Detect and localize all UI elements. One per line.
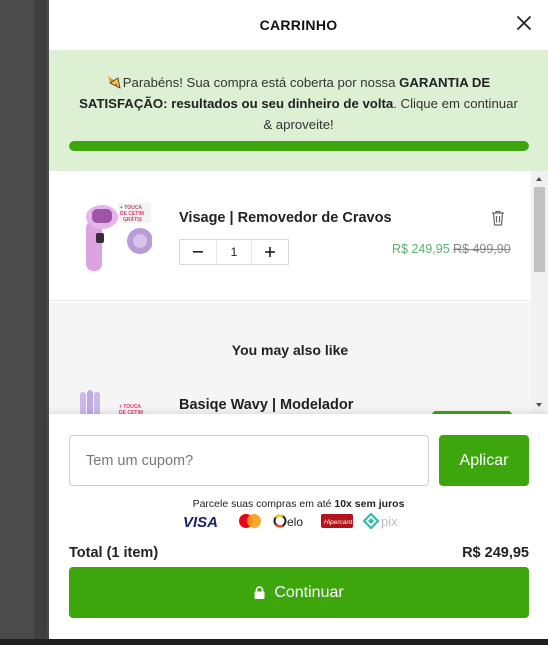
increase-quantity-button[interactable] [252,240,288,264]
cart-header: CARRINHO [49,0,548,50]
installments-note: Parcele suas compras em até 10x sem juro… [49,498,548,510]
elo-icon: elo [273,513,311,529]
installments-prefix: Parcele suas compras em até [192,498,335,510]
cart-list-scrollbar-thumb[interactable] [534,187,545,272]
continue-button[interactable]: Continuar [69,567,529,618]
svg-text:elo: elo [287,515,303,529]
close-icon[interactable] [516,15,532,31]
guarantee-banner: Parabéns! Sua compra está coberta por no… [49,50,548,171]
apply-coupon-button[interactable]: Aplicar [439,435,529,486]
total-label: Total (1 item) [69,545,159,561]
list-scroll-up-icon[interactable] [536,177,542,181]
page-backdrop [0,0,79,645]
guarantee-intro: Parabéns! Sua compra está coberta por no… [122,75,400,90]
minus-icon [193,251,203,253]
trash-icon[interactable] [491,210,505,226]
svg-text:Hipercard: Hipercard [324,519,353,526]
cart-item: + TOUCA DE CETIM GRÁTIS Visage | Removed… [49,171,531,301]
list-scroll-down-icon[interactable] [536,403,542,407]
lock-icon [254,586,265,599]
coupon-input[interactable] [69,435,429,486]
continue-label: Continuar [274,583,344,601]
total-value: R$ 249,95 [462,545,529,561]
visa-icon: VISA [183,513,227,529]
installments-highlight: 10x sem juros [334,498,405,510]
cart-title: CARRINHO [259,17,338,33]
guarantee-progress-fill [69,141,529,151]
plus-icon [265,247,275,257]
quantity-value[interactable]: 1 [216,240,252,264]
bottom-edge [0,639,548,645]
svg-text:GRÁTIS: GRÁTIS [123,216,143,223]
upsell-product-name[interactable]: Basiqe Wavy | Modelador [179,397,353,413]
guarantee-progress-bar [69,141,529,151]
product-thumbnail[interactable]: + TOUCA DE CETIM GRÁTIS [72,199,152,281]
sale-price: R$ 249,95 [392,242,450,256]
svg-text:pix: pix [381,514,398,529]
medal-icon [107,76,121,89]
upsell-product-thumbnail[interactable]: + TOUCA DE CETIM [72,384,152,414]
mastercard-icon [237,513,263,529]
cart-footer: Aplicar Parcele suas compras em até 10x … [49,414,548,639]
cart-item-name[interactable]: Visage | Removedor de Cravos [179,210,392,226]
cart-items-list[interactable]: + TOUCA DE CETIM GRÁTIS Visage | Removed… [49,171,548,414]
payment-methods: VISA elo Hipercard pix [183,511,417,531]
upsell-title: You may also like [231,342,349,358]
hipercard-icon: Hipercard [321,513,353,529]
pix-icon: pix [363,513,407,529]
cart-drawer: CARRINHO Parabéns! Sua compra está cober… [49,0,548,639]
svg-text:VISA: VISA [183,514,218,529]
cart-list-scrollbar[interactable] [531,171,548,414]
page-scrollbar[interactable] [34,0,79,645]
quantity-stepper: 1 [179,239,289,265]
upsell-section: You may also like + TOUCA DE CETIM Basiq… [49,302,531,414]
original-price: R$ 499,90 [453,242,511,256]
guarantee-text: Parabéns! Sua compra está coberta por no… [79,72,518,135]
decrease-quantity-button[interactable] [180,240,216,264]
